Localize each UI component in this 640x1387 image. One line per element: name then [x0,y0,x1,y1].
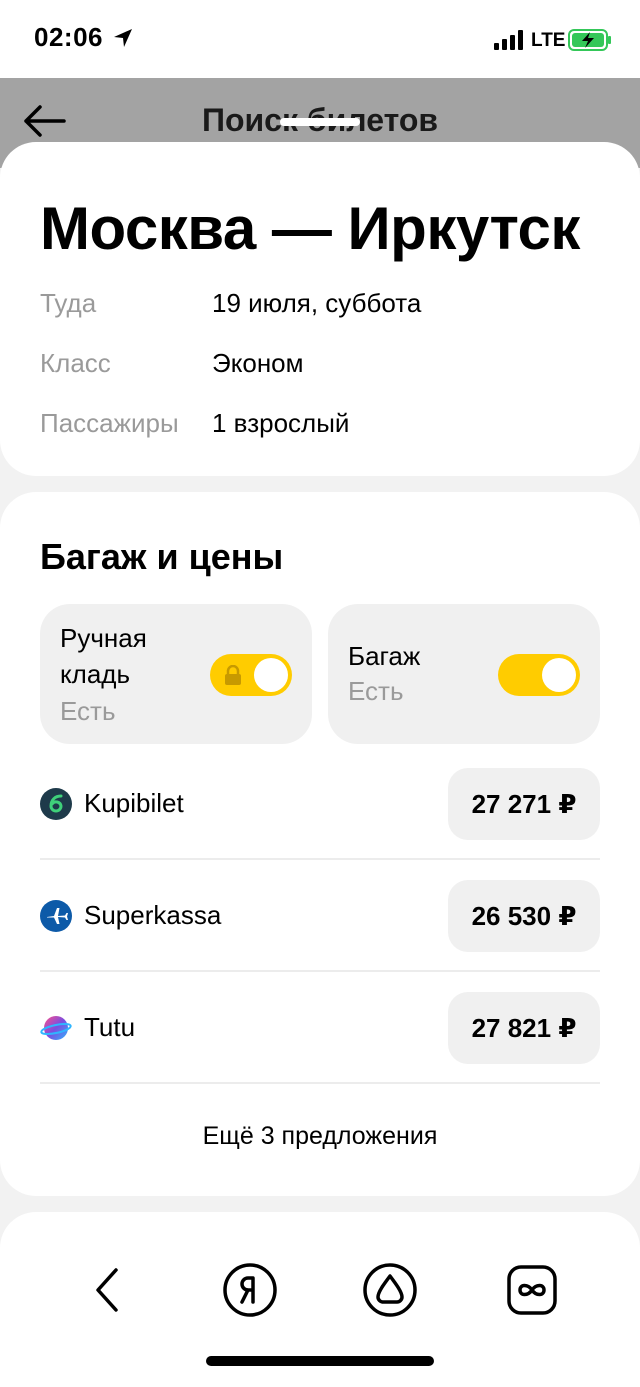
yandex-logo-icon[interactable] [222,1262,278,1318]
plane-logo-icon [40,900,72,932]
route-title: Москва — Иркутск [40,195,580,262]
divider [40,858,600,860]
offer-price-button[interactable]: 26 530 ₽ [448,880,600,952]
offer-row-superkassa[interactable]: Superkassa 26 530 ₽ [40,880,600,992]
divider [40,970,600,972]
infinity-icon[interactable] [504,1262,560,1318]
baggage-prices-card: Багаж и цены Ручная кладь Есть Багаж Ест… [0,492,640,1196]
luggage-label: Багаж [348,641,421,671]
location-arrow-icon [114,29,132,47]
offer-name: Kupibilet [84,788,184,818]
sheet-grabber[interactable] [280,118,360,126]
lock-icon [225,665,241,685]
section-title: Багаж и цены [40,536,284,577]
info-value: 19 июля, суббота [212,288,422,318]
switch-knob [254,658,288,692]
divider [40,1082,600,1084]
info-value: Эконом [212,348,304,378]
battery-charging-icon [568,29,611,51]
luggage-toggle-box[interactable]: Багаж Есть [328,604,600,744]
offer-row-tutu[interactable]: Tutu 27 821 ₽ [40,992,600,1104]
more-offers-button[interactable]: Ещё 3 предложения [0,1122,640,1151]
luggage-switch[interactable] [498,654,580,696]
offer-price-button[interactable]: 27 271 ₽ [448,768,600,840]
route-card: Москва — Иркутск Туда 19 июля, суббота К… [0,142,640,476]
signal-bars-icon [494,30,523,50]
offer-row-kupibilet[interactable]: Kupibilet 27 271 ₽ [40,768,600,880]
tutu-logo-icon [40,1016,72,1040]
info-label: Класс [40,348,111,378]
hand-luggage-status: Есть [60,696,116,726]
status-bar: 02:06 LTE [0,0,640,78]
info-label: Туда [40,288,97,318]
hand-luggage-label-2: кладь [60,659,131,689]
luggage-status: Есть [348,676,404,706]
home-indicator [206,1356,434,1366]
status-time: 02:06 [34,22,103,52]
kupibilet-logo-icon [40,788,72,820]
offer-name: Tutu [84,1012,136,1042]
network-type: LTE [531,30,566,51]
hand-luggage-label-1: Ручная [60,623,147,653]
back-chevron-icon[interactable] [80,1262,136,1318]
info-label: Пассажиры [40,408,179,438]
hand-luggage-switch[interactable] [210,654,292,696]
hand-luggage-toggle-box[interactable]: Ручная кладь Есть [40,604,312,744]
switch-knob [542,658,576,692]
offer-name: Superkassa [84,900,222,930]
offer-price-button[interactable]: 27 821 ₽ [448,992,600,1064]
alice-icon[interactable] [362,1262,418,1318]
info-value: 1 взрослый [212,408,350,438]
